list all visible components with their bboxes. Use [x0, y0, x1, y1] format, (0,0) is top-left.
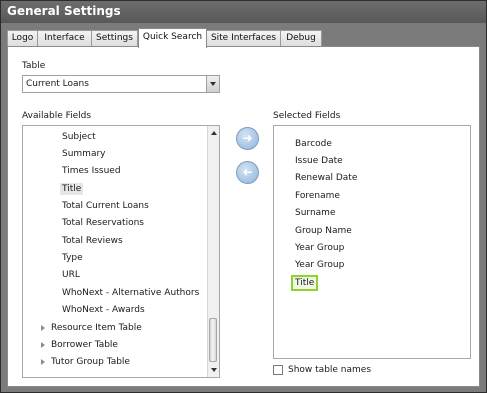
table-select-value: Current Loans [26, 79, 89, 89]
list-item-highlighted[interactable]: Title [60, 183, 84, 195]
window-title: General Settings [7, 4, 121, 18]
list-item[interactable]: URL [62, 270, 80, 280]
list-item[interactable]: Total Current Loans [62, 201, 149, 211]
title-bar: General Settings [1, 1, 486, 23]
chevron-down-icon[interactable] [206, 76, 219, 92]
tab-quick-search[interactable]: Quick Search [138, 28, 207, 48]
show-table-names-label: Show table names [288, 365, 372, 375]
table-label: Table [22, 61, 46, 71]
list-item[interactable]: Forename [295, 191, 340, 201]
selected-fields-list[interactable]: Barcode Issue Date Renewal Date Forename… [273, 125, 471, 359]
list-item[interactable]: WhoNext - Awards [62, 305, 145, 315]
tab-debug[interactable]: Debug [280, 30, 322, 47]
list-item[interactable]: Issue Date [295, 156, 343, 166]
list-item-selected[interactable]: Title [291, 275, 319, 291]
tree-group-borrower-table[interactable]: Borrower Table [41, 340, 118, 350]
selected-fields-label: Selected Fields [273, 111, 341, 121]
arrow-right-icon: ➜ [242, 131, 253, 145]
add-field-button[interactable]: ➜ [236, 127, 259, 150]
list-item[interactable]: Type [62, 253, 83, 263]
table-select[interactable]: Current Loans [22, 75, 220, 93]
list-item[interactable]: Total Reservations [62, 218, 144, 228]
list-item[interactable]: Renewal Date [295, 173, 357, 183]
list-item[interactable]: Times Issued [62, 166, 121, 176]
tree-group-label: Borrower Table [51, 340, 118, 350]
expand-triangle-icon[interactable] [41, 359, 45, 365]
list-item[interactable]: Year Group [295, 243, 344, 253]
list-item[interactable]: Year Group [295, 260, 344, 270]
available-fields-scrollbar[interactable] [207, 126, 219, 377]
expand-triangle-icon[interactable] [41, 325, 45, 331]
tree-group-resource-item-table[interactable]: Resource Item Table [41, 323, 142, 333]
tree-group-label: Tutor Group Table [51, 357, 130, 367]
list-item[interactable]: Summary [62, 149, 106, 159]
list-item[interactable]: Subject [62, 132, 96, 142]
list-item[interactable]: Surname [295, 208, 335, 218]
quick-search-panel: Table Current Loans Available Fields Sub… [7, 46, 480, 387]
arrow-left-icon: ➜ [242, 165, 253, 179]
list-item[interactable]: Barcode [295, 139, 332, 149]
list-item[interactable]: Total Reviews [62, 236, 123, 246]
tree-group-tutor-group-table[interactable]: Tutor Group Table [41, 357, 130, 367]
list-item[interactable]: Group Name [295, 226, 352, 236]
remove-field-button[interactable]: ➜ [236, 161, 259, 184]
scroll-down-arrow-icon[interactable] [211, 368, 217, 372]
tab-interface[interactable]: Interface [37, 30, 92, 47]
show-table-names-checkbox[interactable] [273, 365, 283, 375]
general-settings-window: General Settings Logo Interface Settings… [0, 0, 487, 393]
tab-settings[interactable]: Settings [91, 30, 138, 47]
list-item[interactable]: WhoNext - Alternative Authors [62, 288, 199, 298]
available-fields-list[interactable]: Subject Summary Times Issued Title Total… [22, 125, 220, 378]
tab-logo[interactable]: Logo [7, 30, 38, 47]
scroll-up-arrow-icon[interactable] [211, 131, 217, 135]
expand-triangle-icon[interactable] [41, 342, 45, 348]
tab-site-interfaces[interactable]: Site Interfaces [206, 30, 281, 47]
scrollbar-thumb[interactable] [209, 318, 217, 362]
available-fields-label: Available Fields [22, 111, 92, 121]
tree-group-label: Resource Item Table [51, 323, 142, 333]
